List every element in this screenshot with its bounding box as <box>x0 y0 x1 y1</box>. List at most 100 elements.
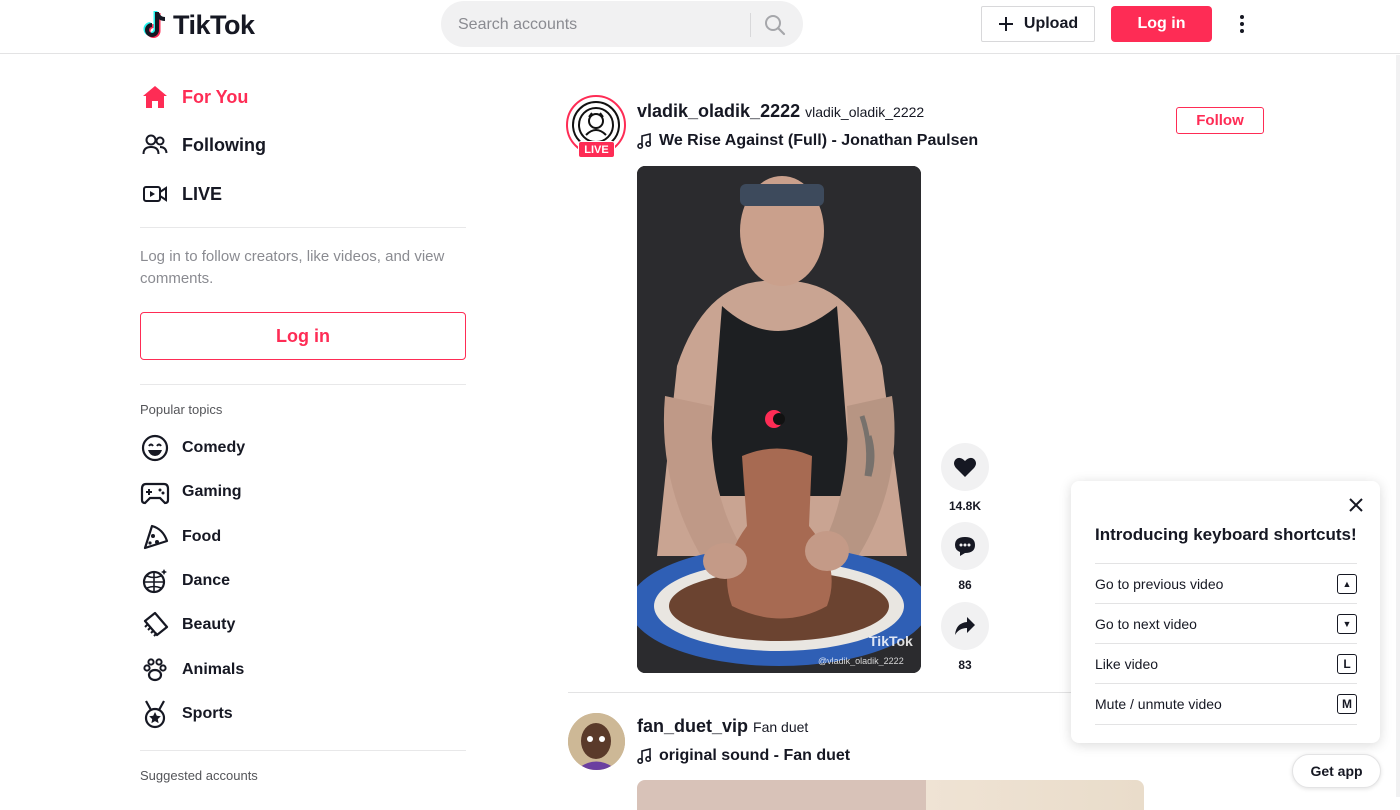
left-sidebar: For You Following LIVE Log in to follow … <box>140 55 466 797</box>
share-button[interactable] <box>941 602 989 650</box>
pizza-icon <box>140 522 170 552</box>
shortcut-label: Go to next video <box>1095 616 1197 632</box>
follow-button[interactable]: Follow <box>1176 107 1264 134</box>
plus-icon <box>998 17 1013 31</box>
more-vertical-icon <box>1240 15 1244 33</box>
author-nickname: Fan duet <box>753 719 809 735</box>
topic-label: Dance <box>182 572 231 589</box>
keyboard-shortcuts-popup: Introducing keyboard shortcuts! Go to pr… <box>1071 481 1380 743</box>
heart-icon <box>954 457 976 477</box>
nav-live-label: LIVE <box>182 183 223 204</box>
live-camera-icon <box>140 179 170 209</box>
suggested-accounts-title: Suggested accounts <box>140 768 258 783</box>
svg-text:TikTok: TikTok <box>869 633 913 649</box>
paw-icon <box>140 655 170 685</box>
author-username[interactable]: fan_duet_vip <box>637 716 748 737</box>
topic-label: Comedy <box>182 439 246 456</box>
post-author[interactable]: vladik_oladik_2222 vladik_oladik_2222 <box>637 101 924 122</box>
search-button[interactable] <box>759 9 791 41</box>
video-thumbnail: TikTok @vladik_oladik_2222 <box>637 166 921 673</box>
upload-button[interactable]: Upload <box>981 6 1095 42</box>
comment-button[interactable] <box>941 522 989 570</box>
close-button[interactable] <box>1347 496 1365 514</box>
shortcut-row: Like video L <box>1095 643 1357 684</box>
medal-icon <box>140 699 170 729</box>
music-title: original sound - Fan duet <box>659 747 851 764</box>
post-music[interactable]: original sound - Fan duet <box>637 747 850 765</box>
tiktok-note-icon <box>143 11 166 38</box>
shortcut-row: Go to previous video ▲ <box>1095 563 1357 604</box>
topic-animals[interactable]: Animals <box>140 652 244 688</box>
music-note-icon <box>637 748 651 764</box>
comb-icon <box>140 610 170 640</box>
topic-label: Sports <box>182 705 233 722</box>
comment-icon <box>955 537 975 556</box>
shortcut-label: Go to previous video <box>1095 576 1224 592</box>
topic-gaming[interactable]: Gaming <box>140 474 242 510</box>
shortcut-label: Like video <box>1095 656 1159 672</box>
popular-topics-title: Popular topics <box>140 402 223 417</box>
shortcut-label: Mute / unmute video <box>1095 696 1222 712</box>
shortcut-row: Mute / unmute video M <box>1095 683 1357 725</box>
upload-label: Upload <box>1023 15 1079 32</box>
login-prompt-text: Log in to follow creators, like videos, … <box>140 248 445 287</box>
topic-label: Food <box>182 528 222 545</box>
topic-label: Beauty <box>182 616 236 633</box>
topic-sports[interactable]: Sports <box>140 696 233 732</box>
search-bar <box>441 1 803 49</box>
avatar[interactable] <box>568 713 625 770</box>
topic-food[interactable]: Food <box>140 519 221 555</box>
nav-live[interactable]: LIVE <box>140 174 222 214</box>
post-music[interactable]: We Rise Against (Full) - Jonathan Paulse… <box>637 132 978 150</box>
gamepad-icon <box>140 477 170 507</box>
topic-label: Animals <box>182 661 245 678</box>
music-title: We Rise Against (Full) - Jonathan Paulse… <box>659 132 979 149</box>
post-divider <box>568 692 1072 693</box>
search-icon <box>765 15 786 36</box>
like-button[interactable] <box>941 443 989 491</box>
close-icon <box>1349 498 1363 512</box>
home-icon <box>140 82 170 112</box>
sidebar-divider <box>140 227 466 228</box>
tiktok-logo[interactable]: TikTok <box>143 8 255 42</box>
topic-beauty[interactable]: Beauty <box>140 607 235 643</box>
topic-dance[interactable]: Dance <box>140 563 230 599</box>
music-note-icon <box>637 133 651 149</box>
sidebar-login-button[interactable]: Log in <box>140 312 466 360</box>
post-author[interactable]: fan_duet_vip Fan duet <box>637 716 808 737</box>
nav-following[interactable]: Following <box>140 125 266 165</box>
more-menu-button[interactable] <box>1230 12 1254 36</box>
search-divider <box>750 13 751 37</box>
people-icon <box>140 130 170 160</box>
like-count: 14.8K <box>948 499 982 513</box>
key-up-icon: ▲ <box>1337 574 1357 594</box>
top-header: TikTok Upload Log in <box>0 0 1400 54</box>
smile-icon <box>140 433 170 463</box>
search-input[interactable] <box>456 1 750 49</box>
header-login-button[interactable]: Log in <box>1111 6 1212 42</box>
video-player[interactable] <box>637 780 1144 810</box>
disco-ball-icon <box>140 566 170 596</box>
nav-for-you[interactable]: For You <box>140 77 248 117</box>
key-m-icon: M <box>1337 694 1357 714</box>
author-username[interactable]: vladik_oladik_2222 <box>637 101 800 122</box>
share-count: 83 <box>958 658 972 672</box>
get-app-button[interactable]: Get app <box>1292 754 1381 788</box>
nav-for-you-label: For You <box>182 86 249 107</box>
comment-count: 86 <box>958 578 972 592</box>
sidebar-divider <box>140 384 466 385</box>
author-nickname: vladik_oladik_2222 <box>805 104 925 120</box>
svg-text:@vladik_oladik_2222: @vladik_oladik_2222 <box>818 656 904 666</box>
video-player[interactable]: TikTok @vladik_oladik_2222 <box>637 166 921 673</box>
live-badge: LIVE <box>578 141 615 158</box>
key-l-icon: L <box>1337 654 1357 674</box>
logo-text: TikTok <box>173 9 255 40</box>
shortcut-row: Go to next video ▼ <box>1095 603 1357 644</box>
share-arrow-icon <box>955 617 975 635</box>
topic-comedy[interactable]: Comedy <box>140 430 245 466</box>
nav-following-label: Following <box>182 134 266 155</box>
key-down-icon: ▼ <box>1337 614 1357 634</box>
sidebar-divider <box>140 750 466 751</box>
topic-label: Gaming <box>182 483 242 500</box>
page-scrollbar[interactable] <box>1396 55 1400 797</box>
